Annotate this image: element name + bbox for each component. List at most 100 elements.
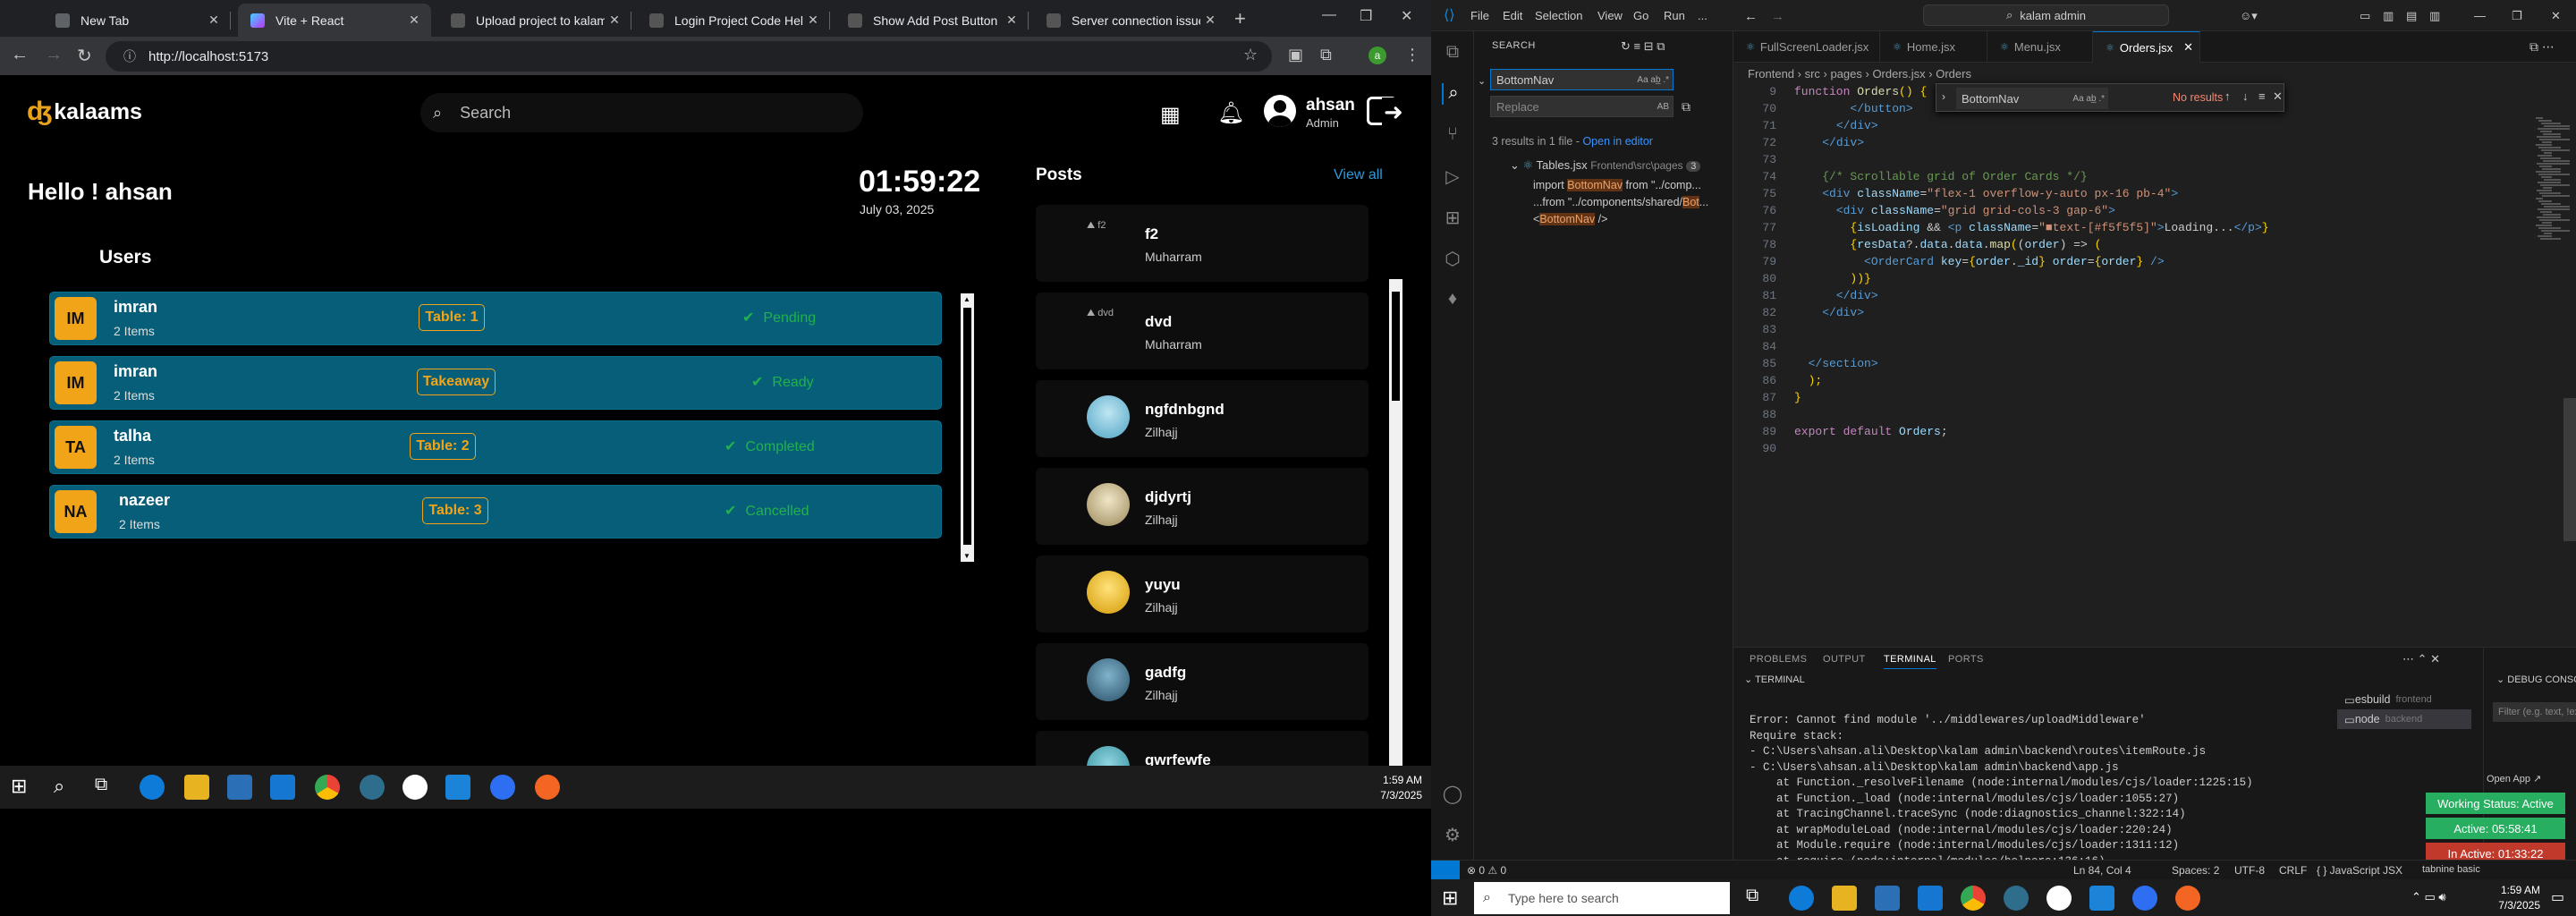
post-item[interactable]: gadfg Zilhajj	[1036, 643, 1368, 720]
store-icon[interactable]	[227, 775, 252, 800]
close-icon[interactable]: ✕	[1200, 13, 1220, 28]
file-explorer-icon[interactable]	[1832, 886, 1857, 911]
panel-tab-output[interactable]: OUTPUT	[1823, 654, 1866, 665]
line-ending[interactable]: CRLF	[2279, 864, 2307, 877]
minimize-icon[interactable]: —	[2474, 9, 2486, 22]
browser-tab-new-tab[interactable]: New Tab ✕	[43, 4, 231, 37]
command-center[interactable]: ⌕ kalam admin	[1923, 4, 2169, 26]
code-line[interactable]: <OrderCard key={order._id} order={order}…	[1794, 255, 2165, 268]
file-explorer-icon[interactable]	[184, 775, 209, 800]
find-input[interactable]: BottomNav Aa ab̲ .*	[1956, 88, 2108, 109]
code-line[interactable]: </div>	[1794, 306, 1864, 319]
remote-explorer-icon[interactable]: ⬡	[1442, 248, 1463, 269]
editor-scrollbar[interactable]	[2563, 398, 2576, 541]
chevron-down-icon[interactable]: ⌄ TERMINAL	[1744, 674, 1805, 685]
menu-file[interactable]: File	[1470, 9, 1489, 22]
windows-start-icon[interactable]: ⊞	[11, 775, 36, 800]
panel-actions-icon[interactable]: ⋯ ⌃ ✕	[2402, 652, 2440, 666]
search-result-line[interactable]: ...from "../components/shared/Bot...	[1533, 196, 1732, 208]
tabnine-status[interactable]: tabnine basic	[2422, 864, 2480, 875]
close-icon[interactable]: ✕	[404, 13, 424, 28]
source-control-icon[interactable]: ⑂	[1442, 124, 1463, 146]
debug-filter-input[interactable]: Filter (e.g. text, !exclude, \	[2493, 702, 2576, 722]
panel-tab-terminal[interactable]: TERMINAL	[1884, 654, 1936, 669]
open-in-editor-link[interactable]: Open in editor	[1582, 135, 1653, 148]
new-tab-plus-icon[interactable]: +	[1234, 7, 1246, 30]
close-icon[interactable]: ✕	[2273, 89, 2283, 104]
kalaams-logo[interactable]: ʤ kalaams	[27, 97, 142, 127]
code-editor[interactable]: 9 function Orders() {70 </button> 71 </div…	[1733, 83, 2576, 647]
task-view-icon[interactable]: ⧉	[95, 775, 120, 800]
extension-icon[interactable]: ▣	[1288, 46, 1303, 64]
browser-tab-server[interactable]: Server connection issue fix ✕	[1034, 4, 1227, 37]
nav-forward-icon[interactable]: →	[1771, 9, 1784, 24]
taskbar-clock[interactable]: 1:59 AM 7/3/2025	[2498, 883, 2540, 913]
breadcrumb[interactable]: Frontend › src › pages › Orders.jsx › Or…	[1733, 64, 2576, 83]
panel-tab-ports[interactable]: PORTS	[1948, 654, 1984, 665]
browser-tab-login[interactable]: Login Project Code Help ✕	[637, 4, 830, 37]
user-row[interactable]: TA talha 2 Items Table: 2 ✔ Completed	[50, 421, 941, 473]
find-next-icon[interactable]: ↓	[2242, 89, 2249, 103]
reload-icon[interactable]: ↻	[77, 45, 92, 67]
posts-scrollbar[interactable]	[1389, 279, 1402, 777]
code-line[interactable]: </div>	[1794, 289, 1878, 302]
search-query-input[interactable]: BottomNav Aa ab̲ .*	[1490, 69, 1674, 90]
window-close-icon[interactable]: ✕	[2551, 9, 2561, 23]
chrome-icon[interactable]	[1961, 886, 1986, 911]
zoom-icon[interactable]	[490, 775, 515, 800]
replace-input[interactable]: Replace AB	[1490, 96, 1674, 117]
user-avatar-icon[interactable]	[1264, 95, 1296, 127]
profile-avatar[interactable]: a	[1368, 47, 1386, 64]
vscode-icon[interactable]	[2089, 886, 2114, 911]
mail-icon[interactable]	[1918, 886, 1943, 911]
forward-arrow-icon[interactable]: →	[45, 45, 63, 65]
code-line[interactable]: }	[1794, 391, 1801, 404]
maximize-icon[interactable]: ❐	[2512, 9, 2522, 23]
code-line[interactable]: </button>	[1794, 102, 1912, 115]
problems-count[interactable]: ⊗ 0 ⚠ 0	[1467, 864, 1506, 877]
replace-all-icon[interactable]: ⧉	[1682, 99, 1690, 114]
app-icon[interactable]	[2046, 886, 2072, 911]
task-view-icon[interactable]: ⧉	[1746, 886, 1771, 911]
taskbar-clock[interactable]: 1:59 AM 7/3/2025	[1380, 773, 1422, 803]
code-line[interactable]: ))}	[1794, 272, 1870, 285]
menu-go[interactable]: Go	[1633, 9, 1648, 22]
taskbar-search-input[interactable]: Type here to search	[1474, 882, 1730, 914]
extensions-icon[interactable]: ⊞	[1442, 207, 1463, 228]
code-line[interactable]: function Orders() {	[1794, 85, 1927, 98]
tab-orders[interactable]: ⚛ Orders.jsx ✕	[2093, 31, 2200, 63]
find-in-selection-icon[interactable]: ≡	[2258, 89, 2266, 103]
app-icon[interactable]	[2004, 886, 2029, 911]
extensions-puzzle-icon[interactable]: ⧉	[1320, 46, 1332, 64]
nav-back-icon[interactable]: ←	[1744, 9, 1758, 24]
close-icon[interactable]: ✕	[1002, 13, 1021, 28]
explorer-icon[interactable]: ⧉	[1442, 42, 1463, 64]
menu-view[interactable]: View	[1597, 9, 1623, 22]
post-item[interactable]: ⛰︎ f2 f2 Muharram	[1036, 205, 1368, 282]
language-mode[interactable]: { } JavaScript JSX	[2317, 864, 2402, 877]
search-icon[interactable]: ⌕	[54, 775, 79, 800]
mail-icon[interactable]	[270, 775, 295, 800]
post-item[interactable]: ⛰︎ dvd dvd Muharram	[1036, 293, 1368, 369]
terminal-item[interactable]: ▭ esbuild frontend	[2337, 690, 2471, 709]
toggle-secondary-sidebar-icon[interactable]: ▥	[2429, 9, 2440, 23]
code-line[interactable]: </section>	[1794, 357, 1878, 370]
browser-menu-icon[interactable]: ⋮	[1404, 46, 1420, 64]
code-line[interactable]: {resData?.data.data.map((order) => (	[1794, 238, 2101, 251]
chevron-down-icon[interactable]: ⌄	[1478, 75, 1486, 87]
minimize-icon[interactable]: —	[1322, 7, 1336, 23]
indentation[interactable]: Spaces: 2	[2172, 864, 2219, 877]
menu-run[interactable]: Run	[1664, 9, 1685, 22]
vscode-icon[interactable]	[445, 775, 470, 800]
settings-gear-icon[interactable]: ⚙	[1442, 824, 1463, 845]
view-all-link[interactable]: View all	[1334, 167, 1383, 183]
code-line[interactable]: {isLoading && <p className="■text-[#f5f5…	[1794, 221, 2268, 234]
browser-tab-show-add-post[interactable]: Show Add Post Button ✕	[835, 4, 1029, 37]
close-icon[interactable]: ✕	[605, 13, 624, 28]
panel-tab-problems[interactable]: PROBLEMS	[1750, 654, 1807, 665]
split-editor-icon[interactable]: ⧉ ⋯	[2529, 39, 2555, 55]
app-icon[interactable]	[402, 775, 428, 800]
tab-home[interactable]: ⚛ Home.jsx	[1880, 31, 1987, 63]
browser-tab-upload[interactable]: Upload project to kalams.org ✕	[438, 4, 631, 37]
search-result-line[interactable]: import BottomNav from "../comp...	[1533, 179, 1732, 191]
